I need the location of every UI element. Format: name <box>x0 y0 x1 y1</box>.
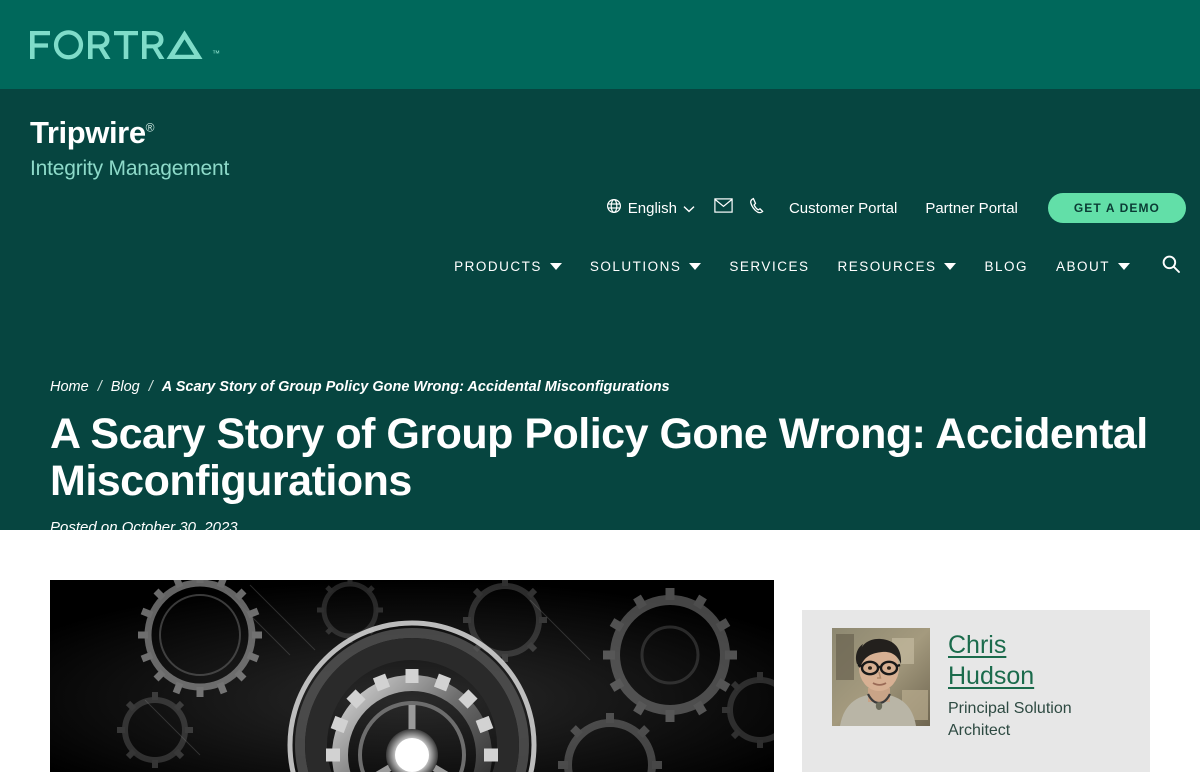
language-selector[interactable]: English <box>606 198 707 218</box>
breadcrumb-current: A Scary Story of Group Policy Gone Wrong… <box>161 379 670 395</box>
breadcrumb-blog[interactable]: Blog <box>111 379 140 395</box>
brand-name-text: Tripwire <box>30 115 146 150</box>
chevron-down-icon <box>549 262 562 270</box>
article-content: Chris Hudson Principal Solution Architec… <box>0 530 1200 772</box>
chevron-down-icon <box>689 262 702 270</box>
nav-label: SERVICES <box>729 258 810 274</box>
nav-label: ABOUT <box>1055 258 1110 274</box>
brand-tagline: Integrity Management <box>30 157 230 180</box>
globe-icon <box>606 198 622 218</box>
nav-label: RESOURCES <box>837 258 937 274</box>
page-title: A Scary Story of Group Policy Gone Wrong… <box>50 410 1148 506</box>
fortra-wordmark <box>30 29 210 61</box>
nav-item-products[interactable]: PRODUCTS <box>440 253 576 280</box>
nav-item-solutions[interactable]: SOLUTIONS <box>576 253 716 280</box>
utility-nav: English Customer Portal Partner Portal G… <box>606 193 1186 223</box>
breadcrumb: Home / Blog / A Scary Story of Group Pol… <box>50 379 670 395</box>
main-navigation: PRODUCTS SOLUTIONS SERVICES RESOURCES BL… <box>440 251 1186 281</box>
tripwire-brand[interactable]: Tripwire® Integrity Management <box>30 117 229 179</box>
phone-link[interactable] <box>741 194 775 222</box>
get-a-demo-button[interactable]: GET A DEMO <box>1047 193 1186 223</box>
email-link[interactable] <box>707 194 741 222</box>
nav-item-blog[interactable]: BLOG <box>970 253 1042 280</box>
chevron-down-icon <box>1118 262 1130 270</box>
search-button[interactable] <box>1156 251 1186 281</box>
brand-name: Tripwire® <box>30 115 155 150</box>
chevron-down-icon <box>944 262 957 270</box>
nav-item-resources[interactable]: RESOURCES <box>823 253 970 280</box>
chevron-down-icon <box>683 200 695 217</box>
breadcrumb-separator: / <box>148 379 153 395</box>
envelope-icon <box>714 198 734 218</box>
customer-portal-link[interactable]: Customer Portal <box>775 200 911 217</box>
avatar <box>832 628 930 726</box>
fortra-trademark-icon: ™ <box>212 48 220 58</box>
article-hero-image <box>50 580 774 772</box>
fortra-top-bar: ™ <box>0 0 1200 89</box>
breadcrumb-home[interactable]: Home <box>50 379 89 395</box>
author-info: Chris Hudson Principal Solution Architec… <box>948 628 1098 772</box>
author-card: Chris Hudson Principal Solution Architec… <box>802 610 1150 772</box>
site-header: Tripwire® Integrity Management English C… <box>0 89 1200 536</box>
author-role: Principal Solution Architect <box>948 700 1072 739</box>
nav-item-services[interactable]: SERVICES <box>715 253 823 280</box>
nav-item-about[interactable]: ABOUT <box>1042 253 1144 280</box>
registered-mark-icon: ® <box>145 120 155 135</box>
nav-label: BLOG <box>984 258 1028 274</box>
author-name-link[interactable]: Chris Hudson <box>948 630 1063 691</box>
nav-label: PRODUCTS <box>454 258 542 274</box>
breadcrumb-separator: / <box>97 379 102 395</box>
language-label: English <box>627 199 677 217</box>
search-icon <box>1161 254 1181 279</box>
nav-label: SOLUTIONS <box>589 258 682 274</box>
partner-portal-link[interactable]: Partner Portal <box>911 200 1032 217</box>
phone-icon <box>749 197 767 220</box>
fortra-logo[interactable]: ™ <box>30 29 220 61</box>
